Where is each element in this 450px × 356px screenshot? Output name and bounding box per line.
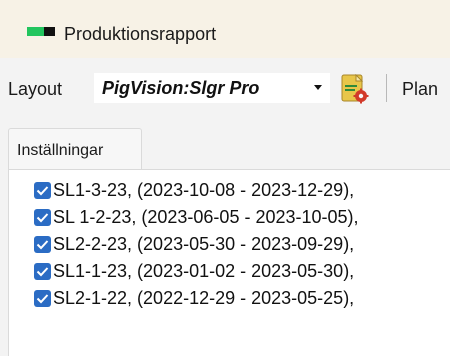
report-settings-icon[interactable] bbox=[339, 73, 369, 104]
app-icon bbox=[27, 27, 55, 36]
toolbar-separator bbox=[386, 74, 387, 102]
checkbox-checked[interactable] bbox=[34, 236, 51, 253]
checkbox-checked[interactable] bbox=[34, 182, 51, 199]
list-item[interactable]: SL1-3-23, (2023-10-08 - 2023-12-29), bbox=[9, 178, 450, 205]
settings-panel: SL1-3-23, (2023-10-08 - 2023-12-29), SL … bbox=[8, 169, 450, 356]
tab-installningar[interactable]: Inställningar bbox=[8, 128, 142, 170]
list-item[interactable]: SL 1-2-23, (2023-06-05 - 2023-10-05), bbox=[9, 205, 450, 232]
list-item-label: SL2-2-23, (2023-05-30 - 2023-09-29), bbox=[53, 234, 355, 254]
list-item[interactable]: SL2-1-22, (2022-12-29 - 2023-05-25), bbox=[9, 286, 450, 313]
checkbox-checked[interactable] bbox=[34, 263, 51, 280]
tab-label: Inställningar bbox=[17, 142, 104, 159]
list-item-label: SL1-3-23, (2023-10-08 - 2023-12-29), bbox=[53, 180, 355, 200]
list-item-label: SL1-1-23, (2023-01-02 - 2023-05-30), bbox=[53, 261, 355, 281]
checkbox-checked[interactable] bbox=[34, 209, 51, 226]
list-item-label: SL2-1-22, (2022-12-29 - 2023-05-25), bbox=[53, 288, 355, 308]
layout-label: Layout bbox=[8, 79, 63, 99]
window-title: Produktionsrapport bbox=[64, 24, 217, 44]
toolbar: Layout PigVision:Slgr Pro Plan bbox=[0, 68, 450, 110]
plan-label[interactable]: Plan bbox=[402, 79, 438, 100]
layout-dropdown[interactable]: PigVision:Slgr Pro bbox=[94, 73, 330, 103]
title-bar: Produktionsrapport bbox=[0, 0, 450, 58]
list-item[interactable]: SL1-1-23, (2023-01-02 - 2023-05-30), bbox=[9, 259, 450, 286]
list-item-label: SL 1-2-23, (2023-06-05 - 2023-10-05), bbox=[53, 207, 359, 227]
checkbox-checked[interactable] bbox=[34, 290, 51, 307]
chevron-down-icon[interactable] bbox=[314, 85, 322, 90]
layout-dropdown-value: PigVision:Slgr Pro bbox=[102, 78, 260, 98]
selection-list: SL1-3-23, (2023-10-08 - 2023-12-29), SL … bbox=[9, 178, 450, 313]
list-item[interactable]: SL2-2-23, (2023-05-30 - 2023-09-29), bbox=[9, 232, 450, 259]
